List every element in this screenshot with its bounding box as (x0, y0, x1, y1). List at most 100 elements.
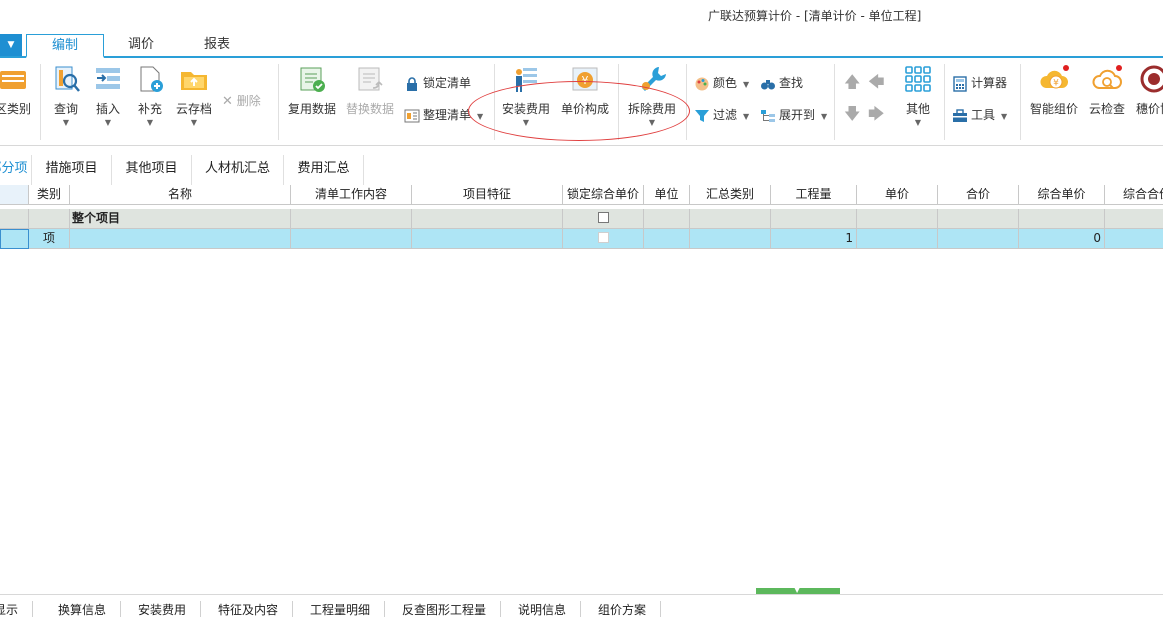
lock-price-checkbox[interactable] (597, 232, 609, 243)
column-header[interactable]: 项目特征 (412, 185, 563, 205)
color-button[interactable]: 颜色 ▼ (694, 73, 749, 93)
tab-features-content[interactable]: 特征及内容 (204, 601, 294, 617)
row-selector[interactable] (0, 209, 29, 229)
column-header[interactable]: 综合合价 (1105, 185, 1163, 205)
query-button[interactable]: 查询 ▼ (46, 64, 86, 127)
filter-button[interactable]: 过滤 ▼ (694, 105, 749, 125)
unit-price-cell[interactable] (857, 229, 938, 249)
move-right-button[interactable]: 🡆 (868, 104, 885, 124)
title-bar: 广联达预算计价 - [清单计价 - 单位工程] (0, 0, 1163, 30)
query-icon (55, 66, 80, 92)
type-cell[interactable] (29, 209, 70, 229)
unit-cell[interactable] (644, 209, 690, 229)
column-header[interactable]: 名称 (70, 185, 291, 205)
divider (944, 64, 945, 140)
reuse-data-button[interactable]: 复用数据 (286, 64, 338, 117)
partition-button[interactable]: 区类别 (0, 64, 34, 117)
tab-edit[interactable]: 编制 (26, 34, 104, 58)
quantity-cell[interactable] (771, 209, 857, 229)
move-left-button[interactable]: 🡄 (868, 72, 885, 92)
total-price-cell[interactable] (938, 209, 1019, 229)
column-header[interactable]: 汇总类别 (690, 185, 771, 205)
tab-report[interactable]: 报表 (182, 34, 252, 58)
tab-other-items[interactable]: 其他项目 (112, 155, 192, 185)
smart-pricing-button[interactable]: ¥ 智能组价 (1026, 64, 1082, 117)
tab-reverse-graphic-quantity[interactable]: 反查图形工程量 (388, 601, 502, 617)
composite-price-cell[interactable]: 0 (1019, 229, 1105, 249)
column-header[interactable]: 单价 (857, 185, 938, 205)
find-button[interactable]: 查找 (760, 73, 803, 93)
total-price-cell[interactable] (938, 229, 1019, 249)
tab-adjust-price[interactable]: 调价 (108, 34, 174, 58)
tools-button[interactable]: 工具 ▼ (952, 105, 1007, 125)
column-header[interactable]: 单位 (644, 185, 690, 205)
divider (40, 64, 41, 140)
lock-price-cell[interactable] (563, 229, 644, 249)
unit-cell[interactable] (644, 229, 690, 249)
unit-price-cell[interactable] (857, 209, 938, 229)
type-cell[interactable]: 项 (29, 229, 70, 249)
expand-to-button[interactable]: 展开到 ▼ (760, 105, 827, 125)
row-selector-header[interactable] (0, 185, 29, 205)
composite-total-cell[interactable] (1105, 229, 1163, 249)
column-header[interactable]: 类别 (29, 185, 70, 205)
column-header[interactable]: 合价 (938, 185, 1019, 205)
cloud-archive-button[interactable]: 云存档 ▼ (174, 64, 214, 127)
quantity-cell[interactable]: 1 (771, 229, 857, 249)
composite-total-cell[interactable] (1105, 209, 1163, 229)
lock-list-button[interactable]: 锁定清单 (404, 73, 471, 93)
move-up-button[interactable]: 🡅 (844, 72, 860, 92)
chevron-down-icon: ▼ (743, 80, 750, 89)
close-icon: ✕ (222, 94, 233, 109)
lock-price-checkbox[interactable] (597, 212, 609, 223)
cloud-check-button[interactable]: 云检查 (1084, 64, 1130, 117)
lock-price-cell[interactable] (563, 209, 644, 229)
delete-button[interactable]: ✕ 删除 (222, 91, 261, 111)
tab-description-info[interactable]: 说明信息 (504, 601, 582, 617)
move-down-button[interactable]: 🡇 (844, 104, 860, 124)
table-row[interactable]: 项 1 0 (0, 229, 1163, 249)
composite-price-cell[interactable] (1019, 209, 1105, 229)
calculator-icon (953, 75, 967, 92)
tab-install-fee[interactable]: 安装费用 (124, 601, 202, 617)
tree-expand-icon (761, 109, 775, 122)
column-header[interactable]: 综合单价 (1019, 185, 1105, 205)
tab-conversion-info[interactable]: 换算信息 (44, 601, 122, 617)
table-row[interactable]: 整个项目 (0, 209, 1163, 229)
arrow-right-icon: 🡆 (868, 104, 885, 123)
arrow-down-icon: 🡇 (844, 104, 861, 123)
cloud-yuan-icon: ¥ (1040, 65, 1069, 89)
sui-price-button[interactable]: 穗价协 (1132, 64, 1163, 117)
name-cell[interactable]: 整个项目 (70, 209, 291, 229)
row-selector[interactable] (0, 229, 29, 249)
summary-type-cell[interactable] (690, 209, 771, 229)
divider (1020, 64, 1021, 140)
feature-cell[interactable] (412, 229, 563, 249)
chevron-down-icon: ▼ (104, 118, 112, 127)
tab-quantity-detail[interactable]: 工程量明细 (296, 601, 386, 617)
column-header[interactable]: 锁定综合单价 (563, 185, 644, 205)
tab-sub-items[interactable]: 分部分项 (0, 155, 32, 185)
replace-data-button[interactable]: 替换数据 (344, 64, 396, 117)
summary-type-cell[interactable] (690, 229, 771, 249)
calculator-button[interactable]: 计算器 (952, 73, 1007, 93)
work-content-cell[interactable] (291, 229, 412, 249)
svg-text:¥: ¥ (1053, 79, 1059, 89)
tab-fee-summary[interactable]: 费用汇总 (284, 155, 364, 185)
feature-cell[interactable] (412, 209, 563, 229)
caret-down-icon: ▼ (7, 40, 15, 50)
other-button[interactable]: 其他 ▼ (898, 64, 938, 127)
tab-labor-material-display[interactable]: 工料机显示 (0, 601, 34, 617)
tab-labor-material-summary[interactable]: 人材机汇总 (192, 155, 284, 185)
tab-pricing-plan[interactable]: 组价方案 (584, 601, 662, 617)
binoculars-icon (761, 79, 775, 89)
insert-button[interactable]: 插入 ▼ (90, 64, 126, 127)
supplement-button[interactable]: 补充 ▼ (132, 64, 168, 127)
column-header[interactable]: 清单工作内容 (291, 185, 412, 205)
name-cell[interactable] (70, 229, 291, 249)
app-menu-dropdown[interactable]: ▼ (0, 34, 22, 56)
work-content-cell[interactable] (291, 209, 412, 229)
seal-icon (1140, 65, 1163, 93)
tab-measures[interactable]: 措施项目 (32, 155, 112, 185)
column-header[interactable]: 工程量 (771, 185, 857, 205)
